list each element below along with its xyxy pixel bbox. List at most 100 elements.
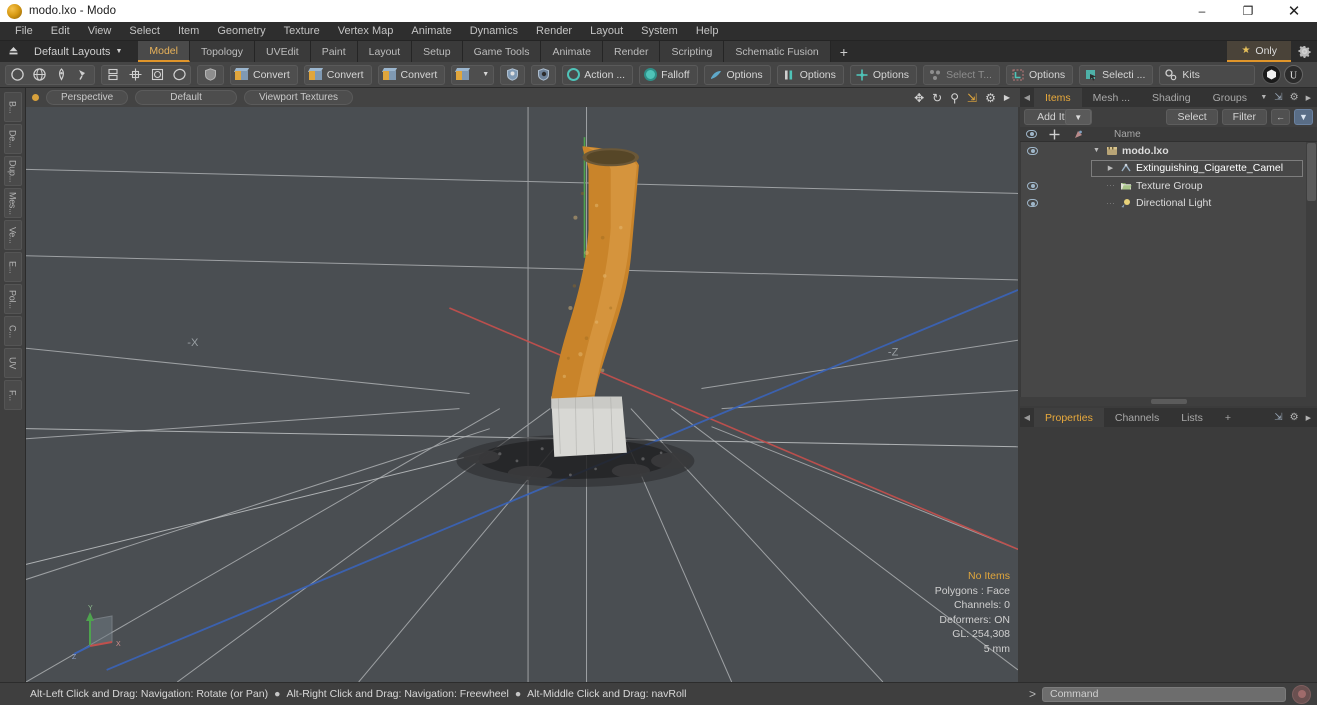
gear-icon[interactable]: ⚙	[1290, 92, 1299, 103]
menu-geometry[interactable]: Geometry	[208, 22, 274, 41]
twisty-down-icon[interactable]: ▼	[1091, 147, 1102, 154]
viewport-textures-button[interactable]: Viewport Textures	[243, 90, 354, 105]
tool-options-button[interactable]: Options	[703, 64, 771, 85]
menu-edit[interactable]: Edit	[42, 22, 79, 41]
layout-tab-paint[interactable]: Paint	[310, 41, 358, 62]
kits-button[interactable]: Kits	[1159, 64, 1256, 85]
perspective-button[interactable]: Perspective	[46, 90, 129, 105]
cross-options-button[interactable]: Options	[849, 64, 918, 85]
globe-icon[interactable]	[28, 66, 50, 84]
convert-button-1[interactable]: Convert	[230, 64, 298, 85]
fit-icon[interactable]: ⇲	[967, 92, 977, 104]
chevron-right-icon[interactable]: ▶	[1306, 414, 1311, 422]
pen-icon[interactable]	[50, 66, 72, 84]
menu-system[interactable]: System	[632, 22, 687, 41]
rail-tab-Ve[interactable]: Ve...	[3, 220, 22, 250]
funnel-icon[interactable]: ▼	[1294, 109, 1313, 125]
layout-tab-uvedit[interactable]: UVEdit	[255, 41, 311, 62]
rotate-icon[interactable]: ↻	[932, 92, 942, 104]
viewport-gear-icon[interactable]: ⚙	[985, 92, 996, 104]
shield-falloff-icon[interactable]	[500, 64, 526, 85]
layout-tab-setup[interactable]: Setup	[412, 41, 463, 62]
convert-button-3[interactable]: Convert	[377, 64, 446, 85]
select-button[interactable]: Select	[1166, 109, 1218, 125]
tab-groups[interactable]: Groups	[1202, 88, 1258, 107]
smooth-icon[interactable]	[168, 66, 190, 84]
items-list[interactable]: ▼ modo.lxo ▶ Extinguishing_Cigarette_Camel ⋯…	[1020, 142, 1317, 397]
action-center-button[interactable]: Action ...	[562, 64, 634, 85]
tab-shading[interactable]: Shading	[1141, 88, 1202, 107]
shield-mask-icon[interactable]	[531, 64, 557, 85]
pan-icon[interactable]: ✥	[914, 92, 924, 104]
menu-texture[interactable]: Texture	[275, 22, 329, 41]
restore-icon[interactable]: ❐	[1225, 0, 1271, 22]
menu-file[interactable]: File	[6, 22, 42, 41]
eye-icon[interactable]	[1021, 199, 1043, 208]
menu-layout[interactable]: Layout	[581, 22, 632, 41]
layout-tab-model[interactable]: Model	[138, 41, 190, 62]
items-list-scrollbar[interactable]	[1306, 142, 1317, 397]
menu-dynamics[interactable]: Dynamics	[461, 22, 527, 41]
item-row[interactable]: ▼ modo.lxo	[1021, 142, 1317, 160]
menu-render[interactable]: Render	[527, 22, 581, 41]
tab-channels[interactable]: Channels	[1104, 408, 1170, 427]
menu-view[interactable]: View	[79, 22, 121, 41]
cube-dropdown-icon[interactable]: ▼	[451, 64, 495, 85]
gear-icon[interactable]: ⚙	[1290, 412, 1299, 423]
rail-tab-C[interactable]: C...	[3, 316, 22, 346]
chevron-down-icon[interactable]: ▼	[1260, 94, 1267, 101]
falloff-button[interactable]: Falloff	[639, 64, 698, 85]
menu-vertex-map[interactable]: Vertex Map	[329, 22, 403, 41]
layout-tab-animate[interactable]: Animate	[541, 41, 603, 62]
shield-icon[interactable]	[197, 64, 224, 85]
rail-tab-Mes[interactable]: Mes...	[3, 188, 22, 218]
arrow-left-icon[interactable]: ←	[1271, 109, 1290, 125]
mirror-icon[interactable]	[102, 66, 124, 84]
bevel-icon[interactable]	[146, 66, 168, 84]
add-layout-tab-button[interactable]: +	[831, 41, 857, 62]
rail-tab-F[interactable]: F...	[3, 380, 22, 410]
3d-viewport[interactable]: -X -Z Y X Z No Items Polygons: Face Cha…	[26, 107, 1018, 682]
menu-animate[interactable]: Animate	[402, 22, 460, 41]
menu-select[interactable]: Select	[120, 22, 169, 41]
default-layouts-selector[interactable]: Default Layouts ▼	[26, 41, 130, 62]
layout-tab-render[interactable]: Render	[603, 41, 661, 62]
menu-help[interactable]: Help	[687, 22, 728, 41]
command-input[interactable]: Command	[1042, 686, 1286, 702]
viewport-arrow-icon[interactable]: ▶	[1004, 93, 1010, 102]
array-icon[interactable]	[124, 66, 146, 84]
rail-tab-B[interactable]: B...	[3, 92, 22, 122]
tab-add[interactable]: +	[1214, 408, 1242, 427]
convert-button-2[interactable]: Convert	[303, 64, 372, 85]
rail-tab-Dup[interactable]: Dup...	[3, 156, 22, 186]
layout-tab-game-tools[interactable]: Game Tools	[462, 41, 542, 62]
record-icon[interactable]	[1292, 684, 1311, 704]
unreal-badge-icon[interactable]: U	[1282, 65, 1304, 85]
minimize-icon[interactable]: –	[1179, 0, 1225, 22]
filter-button[interactable]: Filter	[1221, 109, 1267, 125]
item-row[interactable]: ⋯ Directional Light	[1021, 195, 1317, 213]
layout-tab-scripting[interactable]: Scripting	[660, 41, 725, 62]
zoom-icon[interactable]: ⚲	[950, 92, 959, 104]
tab-lists[interactable]: Lists	[1170, 408, 1214, 427]
chevron-right-icon[interactable]: ▶	[1306, 94, 1311, 102]
close-icon[interactable]: ✕	[1271, 0, 1317, 22]
panel-collapse-icon[interactable]: ◀	[1020, 88, 1034, 107]
rail-tab-Pol[interactable]: Pol...	[3, 284, 22, 314]
layout-tab-layout[interactable]: Layout	[357, 41, 413, 62]
tab-items[interactable]: Items	[1034, 88, 1082, 107]
rail-tab-De[interactable]: De...	[3, 124, 22, 154]
select-through-button[interactable]: Select T...	[923, 64, 1000, 85]
eye-icon[interactable]	[1021, 146, 1043, 155]
chevron-down-icon[interactable]: ▼	[1065, 109, 1092, 125]
rail-tab-E[interactable]: E...	[3, 252, 22, 282]
home-up-icon[interactable]	[0, 41, 26, 62]
items-list-hscrollbar[interactable]	[1020, 397, 1317, 406]
eye-icon[interactable]	[1021, 181, 1043, 190]
selection-button[interactable]: Selecti ...	[1079, 64, 1154, 85]
expand-icon[interactable]: ⇲	[1274, 412, 1282, 423]
grid-options-button[interactable]: Options	[1005, 64, 1074, 85]
bar-options-button[interactable]: Options	[776, 64, 844, 85]
layout-tab-topology[interactable]: Topology	[189, 41, 256, 62]
add-item-button[interactable]: Add Item ▼	[1024, 109, 1093, 125]
